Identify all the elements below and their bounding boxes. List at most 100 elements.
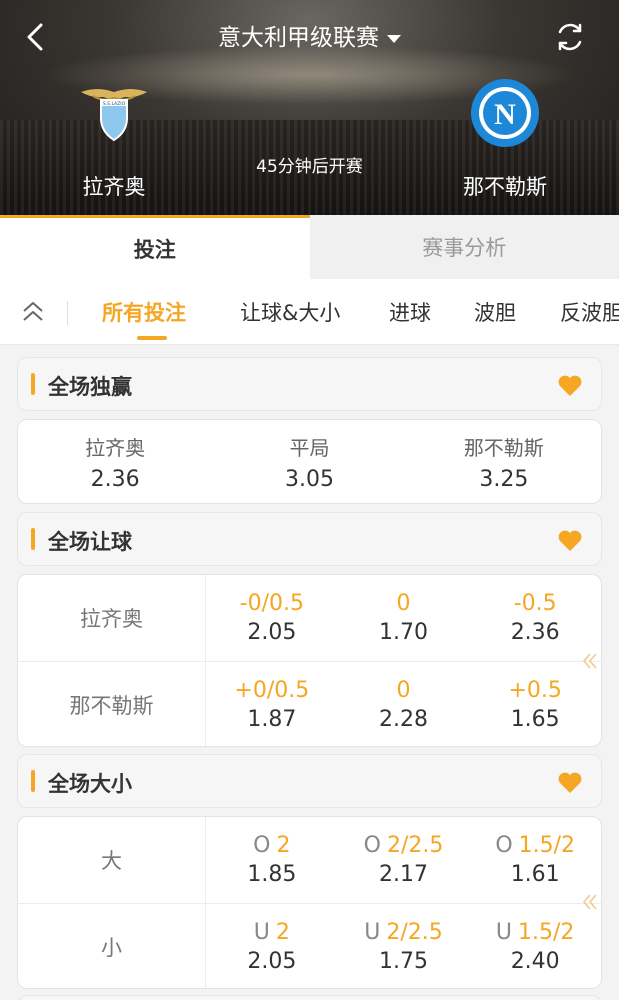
odds-option[interactable]: 0 2.28 — [338, 662, 470, 746]
section-accent-bar — [31, 528, 35, 550]
handicap-line: +0.5 — [508, 677, 562, 703]
totals-line: 2 — [276, 833, 291, 858]
totals-line: 2/2.5 — [386, 833, 444, 858]
next-section-header-partial — [17, 995, 602, 1000]
handicap-line: -0.5 — [513, 591, 557, 616]
section-header-handicap[interactable]: 全场让球 — [17, 512, 602, 566]
handicap-line: +0/0.5 — [234, 677, 310, 703]
home-team[interactable]: S.S.LAZIO 拉齐奥 — [49, 78, 179, 201]
table-row: 大 O2 1.85 O 2/2.5 2.17 O 1.5/2 1.61 — [18, 817, 601, 903]
over-prefix: O — [495, 833, 513, 858]
away-team[interactable]: N 那不勒斯 — [440, 78, 570, 201]
option-label: 拉齐奥 — [85, 436, 146, 460]
row-under-label: 小 — [18, 904, 206, 988]
odds-option[interactable]: U2 2.05 — [206, 904, 338, 988]
odds-option[interactable]: O 2/2.5 2.17 — [338, 817, 470, 903]
odds-option[interactable]: O 1.5/2 1.61 — [469, 817, 601, 903]
odds-option[interactable]: +0.5 1.65 — [469, 662, 601, 746]
odds-value: 1.70 — [379, 620, 428, 645]
league-title: 意大利甲级联赛 — [218, 25, 379, 51]
over-prefix: O — [363, 833, 381, 858]
nav-goals[interactable]: 进球 — [389, 297, 431, 327]
odds-value: 2.36 — [510, 620, 560, 645]
odds-option[interactable]: 0 1.70 — [338, 575, 470, 661]
totals-line: 1.5/2 — [518, 833, 576, 858]
option-label: 平局 — [289, 436, 330, 460]
nav-divider — [67, 301, 68, 325]
active-tab-indicator — [137, 336, 167, 340]
totals-card: 大 O2 1.85 O 2/2.5 2.17 O 1.5/2 1.61 小 U2 2… — [17, 816, 602, 989]
row-team-label: 那不勒斯 — [18, 662, 206, 746]
under-prefix: U — [364, 919, 381, 945]
handicap-line: -0/0.5 — [239, 591, 304, 616]
handicap-card: 拉齐奥 -0/0.5 2.05 0 1.70 -0.5 2.36 那不勒斯 +0… — [17, 574, 602, 747]
odds-value: 1.75 — [379, 948, 428, 974]
odds-value: 1.85 — [247, 862, 297, 887]
section-header-totals[interactable]: 全场大小 — [17, 754, 602, 808]
handicap-line: 0 — [396, 591, 411, 616]
heart-icon[interactable] — [557, 770, 583, 794]
odds-option[interactable]: -0.5 2.36 — [469, 575, 601, 661]
bet-category-nav: 所有投注 让球&大小 进球 波胆 反波胆 — [0, 279, 619, 345]
odds-option[interactable]: O2 1.85 — [206, 817, 338, 903]
napoli-logo-icon: N — [471, 79, 539, 147]
match-header: 意大利甲级联赛 S.S.LAZIO 拉齐奥 45分钟后开赛 N 那不勒斯 — [0, 0, 619, 215]
under-prefix: U — [253, 919, 270, 945]
nav-anti-correct-score[interactable]: 反波胆 — [560, 297, 619, 327]
row-over-label: 大 — [18, 817, 206, 903]
section-title: 全场让球 — [48, 530, 132, 554]
lazio-logo-text: S.S.LAZIO — [103, 101, 126, 107]
odds-value: 2.05 — [247, 948, 297, 974]
refresh-icon[interactable] — [553, 20, 587, 54]
odds-value: 2.40 — [510, 948, 560, 974]
odds-value: 2.28 — [379, 706, 428, 732]
option-label: 那不勒斯 — [463, 436, 544, 460]
napoli-logo-letter: N — [494, 98, 516, 131]
odds-value: 2.17 — [379, 862, 428, 887]
odds-value: 2.05 — [247, 620, 297, 645]
odds-option[interactable]: +0/0.5 1.87 — [206, 662, 338, 746]
dropdown-caret-icon — [387, 34, 401, 43]
nav-correct-score[interactable]: 波胆 — [474, 297, 516, 327]
odds-option[interactable]: 那不勒斯 3.25 — [407, 420, 601, 503]
table-row: 那不勒斯 +0/0.5 1.87 0 2.28 +0.5 1.65 — [18, 661, 601, 746]
odds-option[interactable]: 拉齐奥 2.36 — [18, 420, 212, 503]
over-prefix: O — [253, 833, 271, 858]
main-tabs: 投注 赛事分析 — [0, 215, 619, 279]
odds-option[interactable]: U 1.5/2 2.40 — [469, 904, 601, 988]
row-team-label: 拉齐奥 — [18, 575, 206, 661]
section-accent-bar — [31, 373, 35, 395]
league-selector[interactable]: 意大利甲级联赛 — [0, 18, 619, 52]
totals-line: 2 — [275, 919, 290, 945]
table-row: 小 U2 2.05 U 2/2.5 1.75 U 1.5/2 2.40 — [18, 903, 601, 988]
section-title: 全场独赢 — [48, 375, 132, 399]
odds-value: 1.61 — [510, 862, 560, 887]
section-title: 全场大小 — [48, 772, 132, 796]
odds-value: 3.05 — [285, 467, 334, 492]
tab-betting[interactable]: 投注 — [0, 215, 310, 279]
section-header-match-winner[interactable]: 全场独赢 — [17, 357, 602, 411]
collapse-chevron-icon[interactable] — [20, 299, 46, 325]
handicap-line: 0 — [396, 677, 411, 703]
odds-value: 1.87 — [247, 706, 297, 732]
odds-option[interactable]: U 2/2.5 1.75 — [338, 904, 470, 988]
lazio-logo-icon: S.S.LAZIO — [81, 89, 147, 142]
nav-all-bets[interactable]: 所有投注 — [102, 297, 186, 327]
totals-line: 1.5/2 — [518, 919, 575, 945]
heart-icon[interactable] — [557, 373, 583, 397]
odds-value: 2.36 — [90, 467, 140, 492]
nav-handicap-totals[interactable]: 让球&大小 — [240, 297, 340, 327]
odds-value: 3.25 — [479, 467, 529, 492]
match-winner-card: 拉齐奥 2.36 平局 3.05 那不勒斯 3.25 — [17, 419, 602, 504]
more-lines-chevron-icon[interactable] — [582, 651, 598, 671]
more-lines-chevron-icon[interactable] — [582, 892, 598, 912]
away-team-name: 那不勒斯 — [463, 175, 547, 199]
under-prefix: U — [495, 919, 513, 945]
odds-option[interactable]: 平局 3.05 — [212, 420, 406, 503]
odds-option[interactable]: -0/0.5 2.05 — [206, 575, 338, 661]
section-accent-bar — [31, 770, 35, 792]
heart-icon[interactable] — [557, 528, 583, 552]
odds-value: 1.65 — [510, 706, 560, 732]
totals-line: 2/2.5 — [386, 919, 443, 945]
tab-match-analysis[interactable]: 赛事分析 — [310, 215, 619, 279]
